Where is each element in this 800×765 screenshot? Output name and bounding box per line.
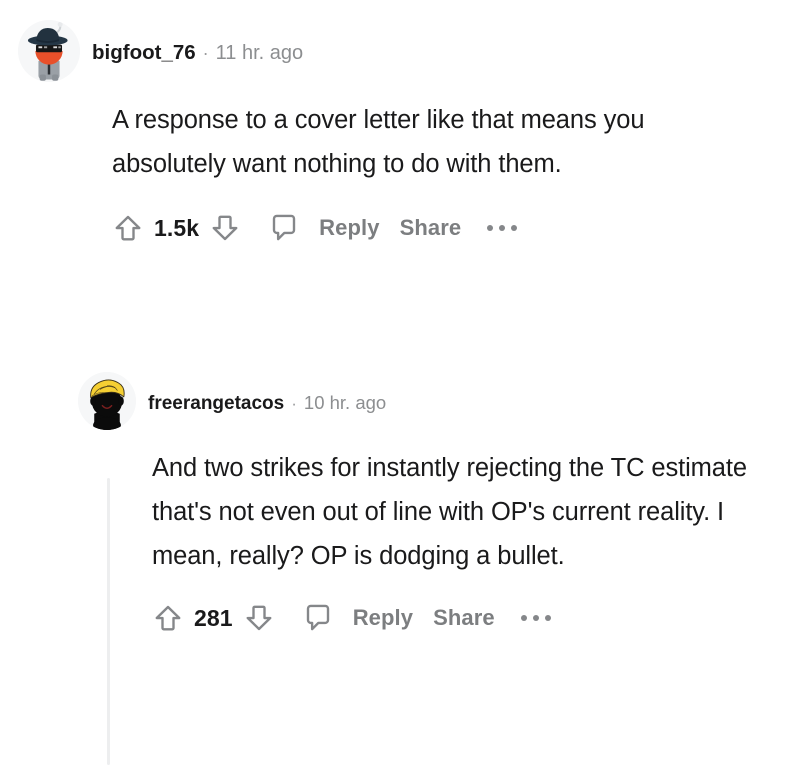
comment-action-bar: 281 Reply Share bbox=[148, 598, 800, 638]
comment-timestamp: 10 hr. ago bbox=[303, 391, 387, 413]
downvote-arrow-icon[interactable] bbox=[239, 598, 279, 638]
comment-header: freerangetacos · 10 hr. ago bbox=[60, 352, 800, 430]
byline-separator: · bbox=[291, 393, 297, 413]
upvote-arrow-icon[interactable] bbox=[108, 208, 148, 248]
comment-action-bar: 1.5k Reply Share bbox=[108, 208, 800, 248]
comment-timestamp: 11 hr. ago bbox=[215, 42, 304, 64]
comment-freerangetacos: freerangetacos · 10 hr. ago And two stri… bbox=[60, 352, 800, 638]
comment-thread: bigfoot_76 · 11 hr. ago A response to a … bbox=[0, 0, 800, 765]
reply-button[interactable]: Reply bbox=[353, 605, 413, 631]
ellipsis-icon[interactable] bbox=[520, 598, 551, 638]
downvote-arrow-icon[interactable] bbox=[205, 208, 245, 248]
comment-byline: bigfoot_76 · 11 hr. ago bbox=[92, 41, 303, 65]
vote-score: 281 bbox=[194, 604, 233, 631]
reply-button[interactable]: Reply bbox=[319, 215, 379, 241]
comment-byline: freerangetacos · 10 hr. ago bbox=[148, 392, 386, 415]
comment-author[interactable]: freerangetacos bbox=[148, 393, 284, 415]
speech-bubble-icon[interactable] bbox=[263, 208, 305, 248]
comment-author[interactable]: bigfoot_76 bbox=[92, 41, 196, 65]
vote-score: 1.5k bbox=[154, 214, 200, 241]
share-button[interactable]: Share bbox=[433, 605, 495, 631]
share-button[interactable]: Share bbox=[400, 215, 462, 241]
upvote-arrow-icon[interactable] bbox=[148, 598, 188, 638]
comment-body: A response to a cover letter like that m… bbox=[112, 106, 645, 178]
byline-separator: · bbox=[202, 43, 209, 63]
avatar-bigfoot-76[interactable] bbox=[18, 20, 80, 82]
comment-header: bigfoot_76 · 11 hr. ago bbox=[0, 0, 800, 82]
avatar-freerangetacos[interactable] bbox=[78, 372, 136, 430]
comment-body: And two strikes for instantly rejecting … bbox=[152, 454, 747, 570]
ellipsis-icon[interactable] bbox=[487, 208, 518, 248]
speech-bubble-icon[interactable] bbox=[297, 598, 339, 638]
comment-bigfoot-76: bigfoot_76 · 11 hr. ago A response to a … bbox=[0, 0, 800, 248]
